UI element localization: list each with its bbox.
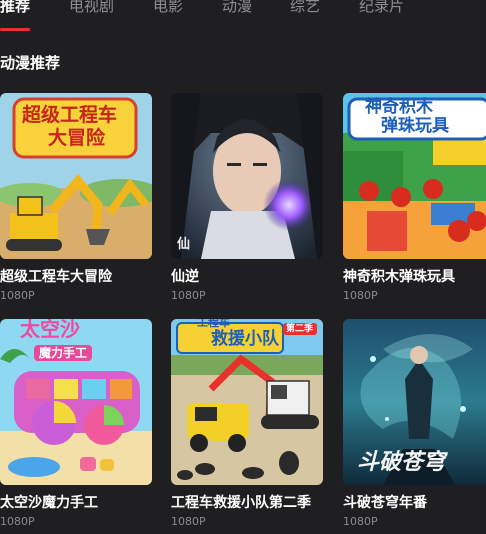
video-card[interactable]: 神奇积木 弹珠玩具 神奇积木弹珠玩具 1080P bbox=[343, 93, 486, 303]
video-thumbnail[interactable]: 超级工程车 大冒险 bbox=[0, 93, 152, 259]
active-tab-indicator bbox=[0, 28, 30, 31]
video-card[interactable]: 仙 仙逆 1080P bbox=[171, 93, 323, 303]
quality-label: 1080P bbox=[343, 289, 378, 302]
poster-text: 救援小队 bbox=[211, 329, 279, 349]
category-tabs: 推荐 电视剧 电影 动漫 综艺 纪录片 bbox=[0, 0, 486, 31]
poster-text: 太空沙 bbox=[20, 319, 80, 341]
tab-tv-series[interactable]: 电视剧 bbox=[69, 0, 114, 16]
video-title: 神奇积木弹珠玩具 bbox=[343, 269, 455, 285]
video-title: 太空沙魔力手工 bbox=[0, 495, 98, 511]
video-card[interactable]: 工程车 救援小队 第二季 工程车救援小队第二季 1080P bbox=[171, 319, 323, 529]
poster-text: 魔力手工 bbox=[34, 345, 93, 361]
section-title: 动漫推荐 bbox=[0, 54, 61, 72]
quality-label: 1080P bbox=[171, 515, 206, 528]
video-title: 超级工程车大冒险 bbox=[0, 269, 112, 285]
tab-documentary[interactable]: 纪录片 bbox=[359, 0, 404, 16]
video-card[interactable]: 太空沙 魔力手工 太空沙魔力手工 1080P bbox=[0, 319, 152, 529]
quality-label: 1080P bbox=[171, 289, 206, 302]
quality-label: 1080P bbox=[0, 289, 35, 302]
video-thumbnail[interactable]: 斗破苍穹 bbox=[343, 319, 486, 485]
video-thumbnail[interactable]: 仙 bbox=[171, 93, 323, 259]
tab-anime[interactable]: 动漫 bbox=[222, 0, 252, 16]
video-card[interactable]: 超级工程车 大冒险 超级工程车大冒险 1080P bbox=[0, 93, 152, 303]
video-thumbnail[interactable]: 工程车 救援小队 第二季 bbox=[171, 319, 323, 485]
poster-text: 神奇积木 bbox=[365, 97, 433, 117]
tab-recommend[interactable]: 推荐 bbox=[0, 0, 30, 16]
video-thumbnail[interactable]: 神奇积木 弹珠玩具 bbox=[343, 93, 486, 259]
poster-text: 大冒险 bbox=[48, 127, 106, 149]
video-title: 工程车救援小队第二季 bbox=[171, 495, 311, 511]
video-title: 斗破苍穹年番 bbox=[343, 495, 427, 511]
quality-label: 1080P bbox=[0, 515, 35, 528]
poster-text: 斗破苍穹 bbox=[357, 449, 446, 475]
tab-variety[interactable]: 综艺 bbox=[290, 0, 320, 16]
video-thumbnail[interactable]: 太空沙 魔力手工 bbox=[0, 319, 152, 485]
poster-text: 工程车 bbox=[197, 319, 230, 329]
poster-text: 超级工程车 bbox=[22, 104, 118, 126]
video-app-page: 推荐 电视剧 电影 动漫 综艺 纪录片 动漫推荐 超级工程车 大冒险 超级工程车… bbox=[0, 0, 486, 534]
poster-text: 仙 bbox=[177, 237, 191, 252]
quality-label: 1080P bbox=[343, 515, 378, 528]
poster-text: 第二季 bbox=[286, 324, 314, 334]
tab-movie[interactable]: 电影 bbox=[153, 0, 183, 16]
poster-text: 弹珠玩具 bbox=[381, 116, 449, 136]
video-card[interactable]: 斗破苍穹 斗破苍穹年番 1080P bbox=[343, 319, 486, 529]
video-title: 仙逆 bbox=[171, 269, 199, 285]
